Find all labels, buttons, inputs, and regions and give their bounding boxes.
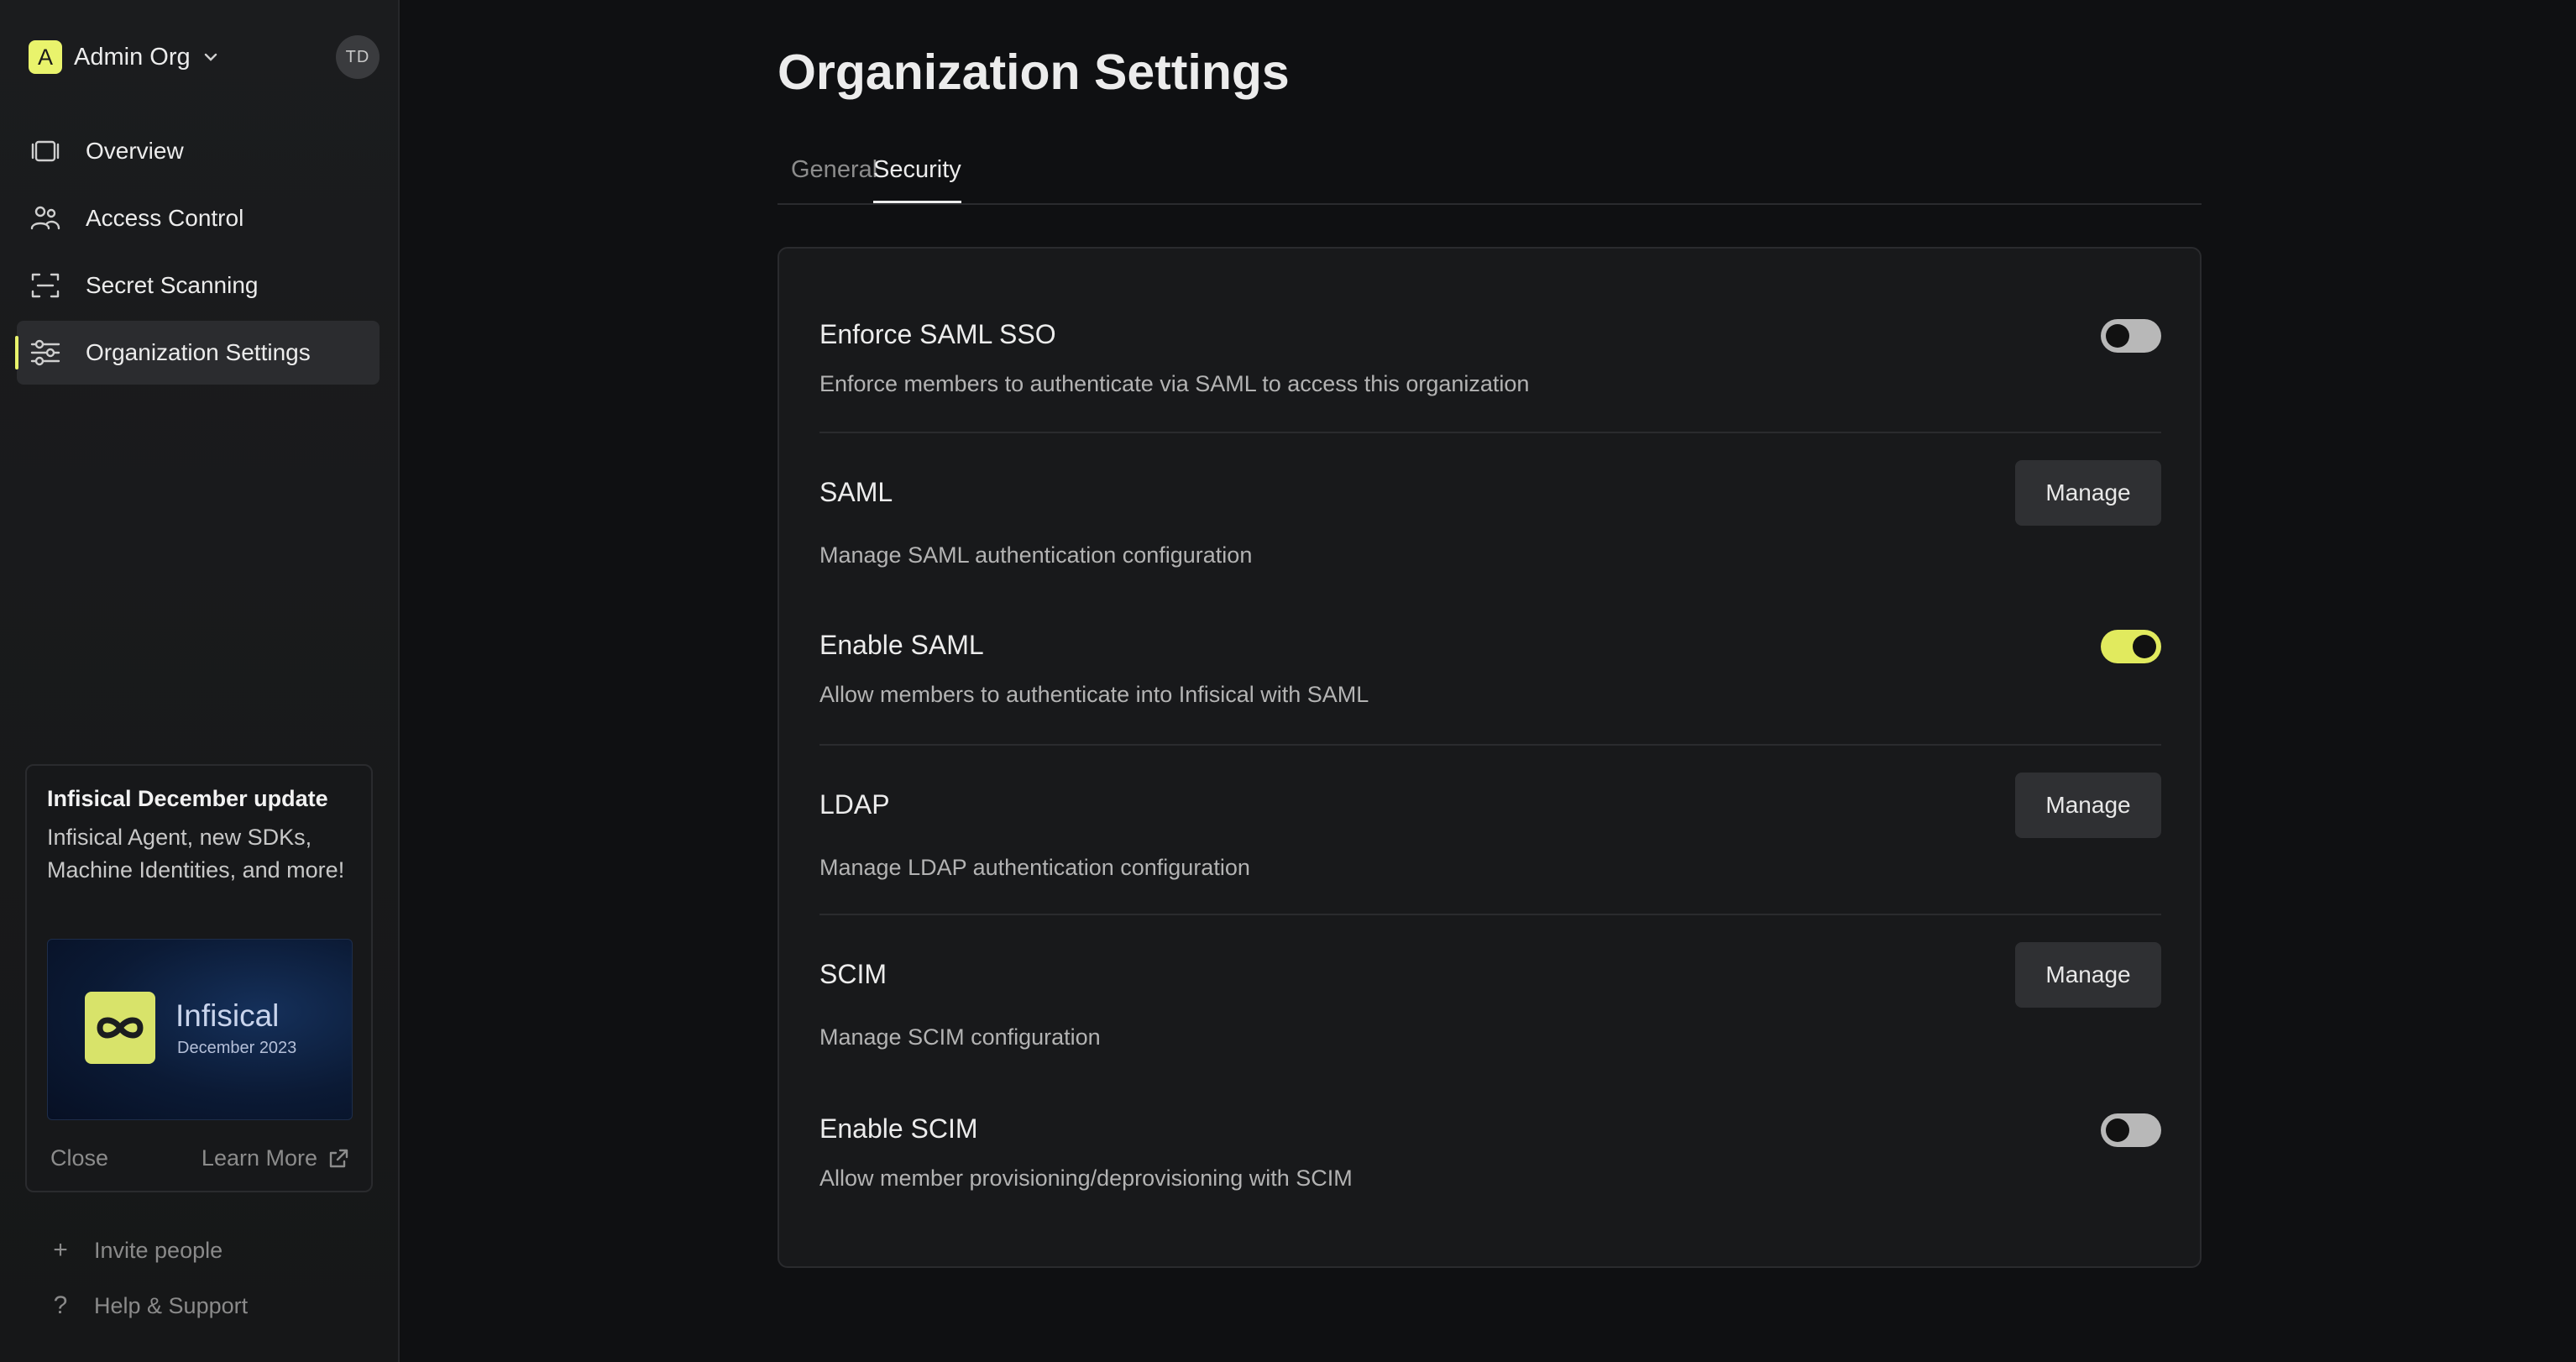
learn-more-label: Learn More: [201, 1145, 317, 1171]
tab-general[interactable]: General: [791, 156, 877, 201]
external-link-icon: [329, 1149, 348, 1167]
org-name: Admin Org: [74, 43, 191, 71]
enable-saml-title: Enable SAML: [819, 630, 984, 660]
help-support-button[interactable]: ? Help & Support: [49, 1291, 248, 1320]
ldap-row: LDAP Manage LDAP authentication configur…: [819, 773, 2161, 890]
sidebar-item-overview[interactable]: Overview: [17, 119, 380, 183]
promo-learn-more-link[interactable]: Learn More: [202, 1145, 349, 1171]
sidebar-nav: Overview Access Control Secret Scanning: [15, 119, 380, 388]
enforce-saml-sso-title: Enforce SAML SSO: [819, 319, 1056, 349]
toggle-knob: [2106, 324, 2129, 348]
sidebar-item-label: Secret Scanning: [86, 272, 259, 298]
overview-icon: [31, 140, 60, 162]
sidebar: A Admin Org TD Overview Access Control S…: [0, 0, 400, 1362]
help-support-label: Help & Support: [94, 1292, 249, 1318]
enforce-saml-sso-description: Enforce members to authenticate via SAML…: [819, 371, 1530, 396]
scim-manage-button[interactable]: Manage: [2015, 942, 2161, 1008]
avatar[interactable]: TD: [336, 35, 380, 79]
main-content: Organization Settings General Security E…: [401, 0, 2576, 1362]
divider: [819, 914, 2161, 915]
chevron-down-icon: [204, 53, 217, 61]
saml-row: SAML Manage SAML authentication configur…: [819, 460, 2161, 578]
ldap-title: LDAP: [819, 789, 890, 820]
app-root: A Admin Org TD Overview Access Control S…: [0, 0, 2576, 1362]
invite-people-button[interactable]: + Invite people: [49, 1236, 223, 1265]
enable-scim-toggle[interactable]: [2101, 1113, 2161, 1147]
enforce-saml-sso-toggle[interactable]: [2101, 319, 2161, 353]
divider: [819, 432, 2161, 433]
tab-security[interactable]: Security: [873, 156, 961, 203]
promo-close-button[interactable]: Close: [50, 1145, 108, 1171]
scim-title: SCIM: [819, 959, 887, 989]
ldap-manage-button[interactable]: Manage: [2015, 773, 2161, 838]
sidebar-item-label: Overview: [86, 138, 184, 164]
users-icon: [30, 206, 60, 230]
promo-title: Infisical December update: [47, 786, 328, 811]
promo-image-date: December 2023: [177, 1039, 297, 1057]
sidebar-item-label: Access Control: [86, 205, 244, 231]
enable-saml-row: Enable SAML Allow members to authenticat…: [819, 630, 2161, 714]
sidebar-item-label: Organization Settings: [86, 339, 311, 365]
invite-people-label: Invite people: [94, 1237, 223, 1263]
toggle-knob: [2106, 1118, 2129, 1142]
enable-saml-description: Allow members to authenticate into Infis…: [819, 682, 1369, 707]
sliders-icon: [30, 339, 60, 366]
saml-manage-button[interactable]: Manage: [2015, 460, 2161, 526]
plus-icon: +: [53, 1236, 68, 1264]
enable-scim-description: Allow member provisioning/deprovisioning…: [819, 1166, 1353, 1191]
security-settings-card: Enforce SAML SSO Enforce members to auth…: [778, 247, 2202, 1268]
saml-description: Manage SAML authentication configuration: [819, 542, 1253, 568]
sidebar-item-organization-settings[interactable]: Organization Settings: [15, 321, 380, 385]
enforce-saml-sso-row: Enforce SAML SSO Enforce members to auth…: [819, 319, 2161, 403]
sidebar-item-access-control[interactable]: Access Control: [17, 186, 380, 250]
divider: [819, 744, 2161, 746]
update-promo-card: Infisical December update Infisical Agen…: [25, 764, 373, 1192]
org-switcher[interactable]: A Admin Org: [29, 40, 219, 74]
promo-description: Infisical Agent, new SDKs, Machine Ident…: [47, 825, 345, 883]
settings-tabs: General Security: [778, 144, 2202, 205]
toggle-knob: [2133, 635, 2156, 658]
scim-row: SCIM Manage SCIM configuration Manage: [819, 942, 2161, 1060]
org-logo: A: [29, 40, 62, 74]
promo-image[interactable]: Infisical December 2023: [47, 939, 353, 1120]
saml-title: SAML: [819, 477, 893, 507]
ldap-description: Manage LDAP authentication configuration: [819, 855, 1250, 880]
enable-scim-row: Enable SCIM Allow member provisioning/de…: [819, 1113, 2161, 1197]
question-icon: ?: [53, 1291, 68, 1319]
enable-scim-title: Enable SCIM: [819, 1113, 978, 1144]
promo-image-brand: Infisical: [175, 998, 280, 1033]
infinity-logo-icon: [85, 992, 155, 1064]
enable-saml-toggle[interactable]: [2101, 630, 2161, 663]
page-title: Organization Settings: [778, 45, 1290, 100]
sidebar-item-secret-scanning[interactable]: Secret Scanning: [17, 254, 380, 317]
scan-icon: [31, 273, 60, 298]
scim-description: Manage SCIM configuration: [819, 1024, 1101, 1050]
